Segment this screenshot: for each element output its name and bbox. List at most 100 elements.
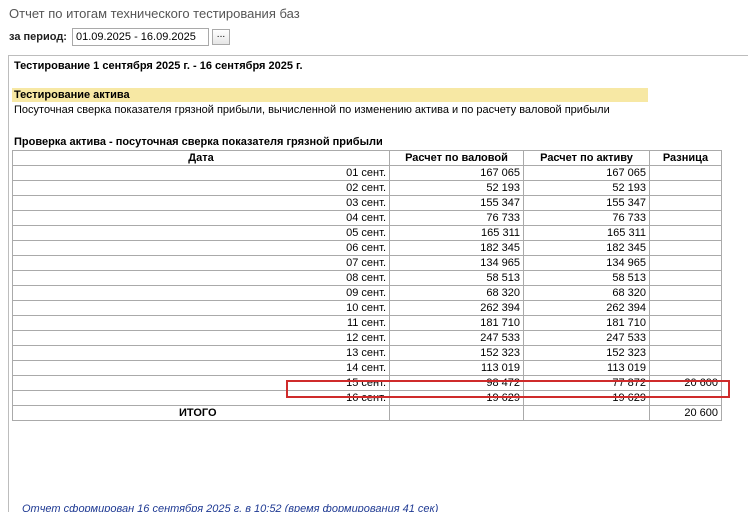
table-row: 15 сент. 98 472 77 872 20 600 xyxy=(12,375,722,391)
cell-asset: 58 513 xyxy=(523,270,650,286)
cell-asset: 165 311 xyxy=(523,225,650,241)
report-document: Тестирование 1 сентября 2025 г. - 16 сен… xyxy=(8,55,748,512)
report-heading: Тестирование 1 сентября 2025 г. - 16 сен… xyxy=(14,60,303,72)
cell-date: 04 сент. xyxy=(12,210,390,226)
cell-gross: 181 710 xyxy=(389,315,524,331)
cell-diff xyxy=(649,195,722,211)
cell-asset: 76 733 xyxy=(523,210,650,226)
cell-diff xyxy=(649,210,722,226)
cell-gross: 165 311 xyxy=(389,225,524,241)
cell-date: 15 сент. xyxy=(12,375,390,391)
cell-asset: 52 193 xyxy=(523,180,650,196)
period-label: за период: xyxy=(9,31,67,43)
cell-asset: 134 965 xyxy=(523,255,650,271)
cell-gross: 152 323 xyxy=(389,345,524,361)
cell-asset: 181 710 xyxy=(523,315,650,331)
table-row: 06 сент. 182 345 182 345 xyxy=(12,240,722,256)
cell-gross: 113 019 xyxy=(389,360,524,376)
report-window: Отчет по итогам технического тестировани… xyxy=(0,0,748,512)
section-title: Тестирование актива xyxy=(14,89,130,101)
cell-asset: 182 345 xyxy=(523,240,650,256)
cell-gross: 19 629 xyxy=(389,390,524,406)
cell-date: 03 сент. xyxy=(12,195,390,211)
cell-gross: 52 193 xyxy=(389,180,524,196)
total-gross xyxy=(389,405,524,421)
cell-gross: 98 472 xyxy=(389,375,524,391)
cell-asset: 68 320 xyxy=(523,285,650,301)
cell-asset: 77 872 xyxy=(523,375,650,391)
cell-asset: 167 065 xyxy=(523,165,650,181)
column-header-gross: Расчет по валовой xyxy=(389,150,524,166)
cell-diff xyxy=(649,255,722,271)
cell-gross: 262 394 xyxy=(389,300,524,316)
report-footer-note: Отчет сформирован 16 сентября 2025 г. в … xyxy=(22,503,439,512)
period-selector: за период: 01.09.2025 - 16.09.2025 ... xyxy=(9,28,230,46)
table-row: 10 сент. 262 394 262 394 xyxy=(12,300,722,316)
cell-date: 07 сент. xyxy=(12,255,390,271)
cell-gross: 247 533 xyxy=(389,330,524,346)
table-title: Проверка актива - посуточная сверка пока… xyxy=(14,136,383,148)
cell-gross: 58 513 xyxy=(389,270,524,286)
total-asset xyxy=(523,405,650,421)
cell-diff xyxy=(649,270,722,286)
cell-date: 10 сент. xyxy=(12,300,390,316)
cell-gross: 134 965 xyxy=(389,255,524,271)
cell-date: 08 сент. xyxy=(12,270,390,286)
reconciliation-table: Дата Расчет по валовой Расчет по активу … xyxy=(12,150,722,421)
cell-date: 02 сент. xyxy=(12,180,390,196)
column-header-date: Дата xyxy=(12,150,390,166)
cell-date: 12 сент. xyxy=(12,330,390,346)
section-description: Посуточная сверка показателя грязной при… xyxy=(14,104,610,116)
cell-diff xyxy=(649,315,722,331)
cell-date: 06 сент. xyxy=(12,240,390,256)
table-body: 01 сент. 167 065 167 065 02 сент. 52 193 52 1… xyxy=(12,165,722,421)
window-title: Отчет по итогам технического тестировани… xyxy=(9,6,300,21)
table-row: 04 сент. 76 733 76 733 xyxy=(12,210,722,226)
cell-date: 11 сент. xyxy=(12,315,390,331)
cell-asset: 247 533 xyxy=(523,330,650,346)
table-row: 03 сент. 155 347 155 347 xyxy=(12,195,722,211)
table-row: 01 сент. 167 065 167 065 xyxy=(12,165,722,181)
cell-diff xyxy=(649,180,722,196)
cell-diff xyxy=(649,330,722,346)
table-row: 05 сент. 165 311 165 311 xyxy=(12,225,722,241)
cell-diff xyxy=(649,165,722,181)
cell-asset: 152 323 xyxy=(523,345,650,361)
table-row: 02 сент. 52 193 52 193 xyxy=(12,180,722,196)
cell-diff xyxy=(649,240,722,256)
period-select-button[interactable]: ... xyxy=(211,29,230,45)
cell-diff xyxy=(649,285,722,301)
table-row: 09 сент. 68 320 68 320 xyxy=(12,285,722,301)
cell-asset: 113 019 xyxy=(523,360,650,376)
cell-diff: 20 600 xyxy=(649,375,722,391)
cell-date: 09 сент. xyxy=(12,285,390,301)
cell-asset: 155 347 xyxy=(523,195,650,211)
table-row: 07 сент. 134 965 134 965 xyxy=(12,255,722,271)
period-input[interactable]: 01.09.2025 - 16.09.2025 xyxy=(71,28,209,46)
cell-date: 01 сент. xyxy=(12,165,390,181)
cell-gross: 155 347 xyxy=(389,195,524,211)
total-diff: 20 600 xyxy=(649,405,722,421)
cell-diff xyxy=(649,390,722,406)
cell-gross: 76 733 xyxy=(389,210,524,226)
table-row: 11 сент. 181 710 181 710 xyxy=(12,315,722,331)
cell-date: 14 сент. xyxy=(12,360,390,376)
table-row: 13 сент. 152 323 152 323 xyxy=(12,345,722,361)
table-row: 12 сент. 247 533 247 533 xyxy=(12,330,722,346)
table-row: 16 сент. 19 629 19 629 xyxy=(12,390,722,406)
cell-date: 13 сент. xyxy=(12,345,390,361)
cell-date: 05 сент. xyxy=(12,225,390,241)
column-header-asset: Расчет по активу xyxy=(523,150,650,166)
table-total-row: ИТОГО 20 600 xyxy=(12,405,722,421)
cell-gross: 182 345 xyxy=(389,240,524,256)
cell-asset: 262 394 xyxy=(523,300,650,316)
cell-diff xyxy=(649,345,722,361)
cell-diff xyxy=(649,300,722,316)
table-row: 08 сент. 58 513 58 513 xyxy=(12,270,722,286)
cell-asset: 19 629 xyxy=(523,390,650,406)
cell-gross: 167 065 xyxy=(389,165,524,181)
cell-date: 16 сент. xyxy=(12,390,390,406)
table-row: 14 сент. 113 019 113 019 xyxy=(12,360,722,376)
cell-gross: 68 320 xyxy=(389,285,524,301)
cell-diff xyxy=(649,360,722,376)
